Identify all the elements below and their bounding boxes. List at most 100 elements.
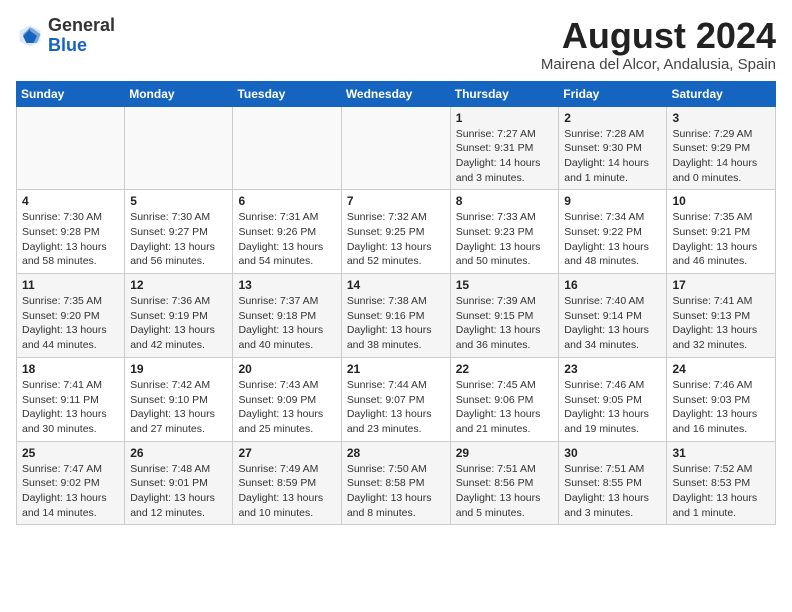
calendar-cell: 23Sunrise: 7:46 AMSunset: 9:05 PMDayligh… xyxy=(559,357,667,441)
calendar-week-row: 4 Sunrise: 7:30 AMSunset: 9:28 PMDaylight… xyxy=(17,190,776,274)
calendar-cell: 11 Sunrise: 7:35 AMSunset: 9:20 PMDayligh… xyxy=(17,274,125,358)
location-subtitle: Mairena del Alcor, Andalusia, Spain xyxy=(541,56,776,73)
day-number: 1 xyxy=(456,111,554,125)
day-info: Sunrise: 7:40 AMSunset: 9:14 PMDaylight:… xyxy=(564,294,661,353)
day-info: Sunrise: 7:30 AMSunset: 9:28 PMDaylight:… xyxy=(22,210,119,269)
day-info: Sunrise: 7:39 AMSunset: 9:15 PMDaylight:… xyxy=(456,294,554,353)
calendar-cell: 14Sunrise: 7:38 AMSunset: 9:16 PMDayligh… xyxy=(341,274,450,358)
day-info: Sunrise: 7:41 AMSunset: 9:13 PMDaylight:… xyxy=(672,294,770,353)
title-block: August 2024 Mairena del Alcor, Andalusia… xyxy=(541,16,776,73)
day-info: Sunrise: 7:28 AMSunset: 9:30 PMDaylight:… xyxy=(564,127,661,186)
calendar-cell: 2 Sunrise: 7:28 AMSunset: 9:30 PMDaylight… xyxy=(559,106,667,190)
calendar-cell: 1Sunrise: 7:27 AMSunset: 9:31 PMDaylight… xyxy=(450,106,559,190)
day-number: 24 xyxy=(672,362,770,376)
logo-text: General Blue xyxy=(48,16,115,56)
calendar-cell: 10 Sunrise: 7:35 AMSunset: 9:21 PMDayligh… xyxy=(667,190,776,274)
day-info: Sunrise: 7:41 AMSunset: 9:11 PMDaylight:… xyxy=(22,378,119,437)
day-of-week-header: Sunday xyxy=(17,81,125,106)
day-info: Sunrise: 7:35 AMSunset: 9:20 PMDaylight:… xyxy=(22,294,119,353)
day-number: 9 xyxy=(564,194,661,208)
day-of-week-header: Thursday xyxy=(450,81,559,106)
calendar-cell: 30Sunrise: 7:51 AMSunset: 8:55 PMDayligh… xyxy=(559,441,667,525)
calendar-week-row: 25 Sunrise: 7:47 AMSunset: 9:02 PMDayligh… xyxy=(17,441,776,525)
day-info: Sunrise: 7:44 AMSunset: 9:07 PMDaylight:… xyxy=(347,378,445,437)
day-number: 12 xyxy=(130,278,227,292)
day-number: 30 xyxy=(564,446,661,460)
day-number: 28 xyxy=(347,446,445,460)
day-number: 25 xyxy=(22,446,119,460)
calendar-cell: 9 Sunrise: 7:34 AMSunset: 9:22 PMDaylight… xyxy=(559,190,667,274)
calendar-cell: 16 Sunrise: 7:40 AMSunset: 9:14 PMDayligh… xyxy=(559,274,667,358)
calendar-header-row: SundayMondayTuesdayWednesdayThursdayFrid… xyxy=(17,81,776,106)
month-year-title: August 2024 xyxy=(541,16,776,56)
day-info: Sunrise: 7:49 AMSunset: 8:59 PMDaylight:… xyxy=(238,462,335,521)
calendar-cell: 4 Sunrise: 7:30 AMSunset: 9:28 PMDaylight… xyxy=(17,190,125,274)
day-info: Sunrise: 7:45 AMSunset: 9:06 PMDaylight:… xyxy=(456,378,554,437)
day-number: 19 xyxy=(130,362,227,376)
calendar-week-row: 1Sunrise: 7:27 AMSunset: 9:31 PMDaylight… xyxy=(17,106,776,190)
day-info: Sunrise: 7:46 AMSunset: 9:03 PMDaylight:… xyxy=(672,378,770,437)
day-number: 3 xyxy=(672,111,770,125)
day-info: Sunrise: 7:33 AMSunset: 9:23 PMDaylight:… xyxy=(456,210,554,269)
calendar-cell: 29Sunrise: 7:51 AMSunset: 8:56 PMDayligh… xyxy=(450,441,559,525)
day-info: Sunrise: 7:36 AMSunset: 9:19 PMDaylight:… xyxy=(130,294,227,353)
day-info: Sunrise: 7:29 AMSunset: 9:29 PMDaylight:… xyxy=(672,127,770,186)
calendar-cell: 21 Sunrise: 7:44 AMSunset: 9:07 PMDayligh… xyxy=(341,357,450,441)
day-number: 15 xyxy=(456,278,554,292)
day-of-week-header: Tuesday xyxy=(233,81,341,106)
calendar-cell: 28Sunrise: 7:50 AMSunset: 8:58 PMDayligh… xyxy=(341,441,450,525)
day-of-week-header: Friday xyxy=(559,81,667,106)
day-info: Sunrise: 7:30 AMSunset: 9:27 PMDaylight:… xyxy=(130,210,227,269)
calendar-table: SundayMondayTuesdayWednesdayThursdayFrid… xyxy=(16,81,776,526)
calendar-cell: 12 Sunrise: 7:36 AMSunset: 9:19 PMDayligh… xyxy=(125,274,233,358)
calendar-cell xyxy=(125,106,233,190)
day-number: 21 xyxy=(347,362,445,376)
day-info: Sunrise: 7:48 AMSunset: 9:01 PMDaylight:… xyxy=(130,462,227,521)
day-number: 14 xyxy=(347,278,445,292)
day-number: 4 xyxy=(22,194,119,208)
day-info: Sunrise: 7:31 AMSunset: 9:26 PMDaylight:… xyxy=(238,210,335,269)
day-info: Sunrise: 7:51 AMSunset: 8:56 PMDaylight:… xyxy=(456,462,554,521)
day-info: Sunrise: 7:34 AMSunset: 9:22 PMDaylight:… xyxy=(564,210,661,269)
day-number: 10 xyxy=(672,194,770,208)
day-number: 2 xyxy=(564,111,661,125)
day-number: 17 xyxy=(672,278,770,292)
calendar-cell: 25 Sunrise: 7:47 AMSunset: 9:02 PMDayligh… xyxy=(17,441,125,525)
day-info: Sunrise: 7:35 AMSunset: 9:21 PMDaylight:… xyxy=(672,210,770,269)
logo-icon xyxy=(16,22,44,50)
day-number: 27 xyxy=(238,446,335,460)
day-number: 8 xyxy=(456,194,554,208)
calendar-cell: 13 Sunrise: 7:37 AMSunset: 9:18 PMDayligh… xyxy=(233,274,341,358)
day-number: 18 xyxy=(22,362,119,376)
day-number: 11 xyxy=(22,278,119,292)
logo-blue: Blue xyxy=(48,35,87,55)
calendar-cell xyxy=(341,106,450,190)
day-number: 16 xyxy=(564,278,661,292)
calendar-cell: 18 Sunrise: 7:41 AMSunset: 9:11 PMDayligh… xyxy=(17,357,125,441)
calendar-cell: 6 Sunrise: 7:31 AMSunset: 9:26 PMDaylight… xyxy=(233,190,341,274)
day-info: Sunrise: 7:37 AMSunset: 9:18 PMDaylight:… xyxy=(238,294,335,353)
calendar-cell xyxy=(233,106,341,190)
day-info: Sunrise: 7:52 AMSunset: 8:53 PMDaylight:… xyxy=(672,462,770,521)
day-of-week-header: Wednesday xyxy=(341,81,450,106)
calendar-cell: 24 Sunrise: 7:46 AMSunset: 9:03 PMDayligh… xyxy=(667,357,776,441)
logo: General Blue xyxy=(16,16,115,56)
day-number: 31 xyxy=(672,446,770,460)
day-number: 23 xyxy=(564,362,661,376)
day-of-week-header: Saturday xyxy=(667,81,776,106)
day-info: Sunrise: 7:47 AMSunset: 9:02 PMDaylight:… xyxy=(22,462,119,521)
day-number: 6 xyxy=(238,194,335,208)
day-number: 26 xyxy=(130,446,227,460)
day-info: Sunrise: 7:32 AMSunset: 9:25 PMDaylight:… xyxy=(347,210,445,269)
calendar-cell: 19 Sunrise: 7:42 AMSunset: 9:10 PMDayligh… xyxy=(125,357,233,441)
calendar-cell: 22 Sunrise: 7:45 AMSunset: 9:06 PMDayligh… xyxy=(450,357,559,441)
calendar-cell: 26 Sunrise: 7:48 AMSunset: 9:01 PMDayligh… xyxy=(125,441,233,525)
day-number: 13 xyxy=(238,278,335,292)
day-number: 20 xyxy=(238,362,335,376)
day-number: 22 xyxy=(456,362,554,376)
logo-general: General xyxy=(48,15,115,35)
calendar-cell: 27 Sunrise: 7:49 AMSunset: 8:59 PMDayligh… xyxy=(233,441,341,525)
calendar-cell: 31 Sunrise: 7:52 AMSunset: 8:53 PMDayligh… xyxy=(667,441,776,525)
calendar-cell: 7Sunrise: 7:32 AMSunset: 9:25 PMDaylight… xyxy=(341,190,450,274)
day-info: Sunrise: 7:42 AMSunset: 9:10 PMDaylight:… xyxy=(130,378,227,437)
